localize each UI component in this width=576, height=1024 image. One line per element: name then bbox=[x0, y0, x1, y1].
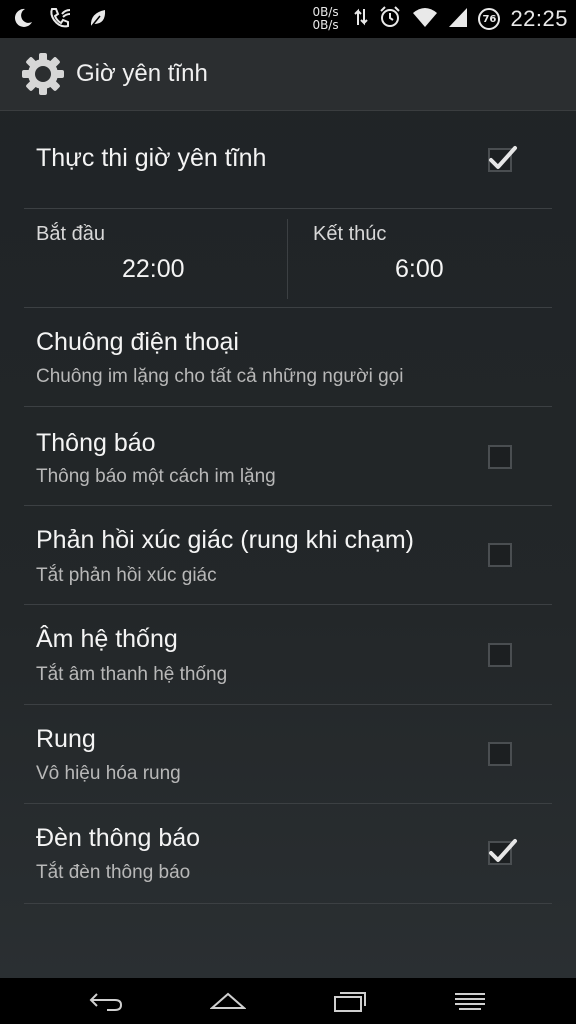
setting-subtitle: Chuông im lặng cho tất cả những người gọ… bbox=[36, 366, 404, 387]
enable-quiet-hours-row[interactable]: Thực thi giờ yên tĩnh bbox=[24, 110, 552, 209]
leaf-icon bbox=[88, 7, 108, 33]
start-time-picker[interactable]: Bắt đầu 22:00 bbox=[24, 209, 287, 307]
enable-quiet-hours-checkbox[interactable] bbox=[488, 146, 517, 172]
home-icon[interactable] bbox=[198, 986, 258, 1016]
page-title: Giờ yên tĩnh bbox=[76, 60, 208, 87]
action-bar: Giờ yên tĩnh bbox=[0, 38, 576, 111]
notifications-checkbox[interactable] bbox=[488, 445, 512, 469]
setting-haptic-feedback[interactable]: Phản hồi xúc giác (rung khi chạm) Tắt ph… bbox=[24, 506, 552, 605]
network-speed: 0B/s 0B/s bbox=[312, 6, 344, 32]
schedule-row: Bắt đầu 22:00 Kết thúc 6:00 bbox=[24, 209, 552, 308]
gear-icon[interactable] bbox=[20, 51, 66, 97]
setting-title: Âm hệ thống bbox=[36, 625, 178, 653]
recent-apps-icon[interactable] bbox=[320, 986, 380, 1016]
speed-down-text: 0B/s bbox=[312, 18, 339, 32]
setting-subtitle: Tắt âm thanh hệ thống bbox=[36, 664, 228, 685]
setting-title: Chuông điện thoại bbox=[36, 328, 239, 356]
setting-subtitle: Tắt phản hồi xúc giác bbox=[36, 565, 217, 586]
setting-title: Rung bbox=[36, 725, 96, 753]
menu-icon[interactable] bbox=[440, 986, 500, 1016]
navigation-bar bbox=[0, 978, 576, 1024]
clock: 22:25 bbox=[510, 6, 568, 31]
setting-subtitle: Vô hiệu hóa rung bbox=[36, 763, 181, 784]
back-icon[interactable] bbox=[76, 986, 136, 1016]
vibrate-checkbox[interactable] bbox=[488, 742, 512, 766]
battery-indicator: 76 bbox=[478, 8, 501, 30]
setting-vibrate[interactable]: Rung Vô hiệu hóa rung bbox=[24, 705, 552, 804]
setting-ringer[interactable]: Chuông điện thoại Chuông im lặng cho tất… bbox=[24, 308, 552, 407]
end-time-label: Kết thúc bbox=[313, 223, 387, 245]
status-bar: 0B/s 0B/s 76 22:25 bbox=[0, 0, 576, 38]
signal-icon bbox=[448, 6, 468, 32]
system-sounds-checkbox[interactable] bbox=[488, 643, 512, 667]
end-time-value: 6:00 bbox=[395, 255, 444, 283]
setting-title: Phản hồi xúc giác (rung khi chạm) bbox=[36, 526, 414, 554]
setting-subtitle: Thông báo một cách im lặng bbox=[36, 466, 276, 487]
setting-subtitle: Tắt đèn thông báo bbox=[36, 862, 191, 883]
setting-system-sounds[interactable]: Âm hệ thống Tắt âm thanh hệ thống bbox=[24, 605, 552, 705]
setting-title: Đèn thông báo bbox=[36, 824, 201, 852]
setting-notifications[interactable]: Thông báo Thông báo một cách im lặng bbox=[24, 407, 552, 506]
alarm-icon bbox=[378, 5, 402, 33]
end-time-picker[interactable]: Kết thúc 6:00 bbox=[288, 209, 552, 307]
notification-light-checkbox[interactable] bbox=[488, 839, 517, 865]
setting-notification-light[interactable]: Đèn thông báo Tắt đèn thông báo bbox=[24, 804, 552, 904]
phone-wifi-icon bbox=[48, 6, 74, 34]
haptic-feedback-checkbox[interactable] bbox=[488, 543, 512, 567]
data-transfer-icon bbox=[354, 7, 369, 31]
moon-icon bbox=[12, 7, 34, 33]
wifi-icon bbox=[412, 6, 438, 32]
setting-title: Thông báo bbox=[36, 429, 156, 457]
start-time-value: 22:00 bbox=[122, 255, 185, 283]
start-time-label: Bắt đầu bbox=[36, 223, 105, 245]
enable-quiet-hours-label: Thực thi giờ yên tĩnh bbox=[36, 144, 267, 172]
